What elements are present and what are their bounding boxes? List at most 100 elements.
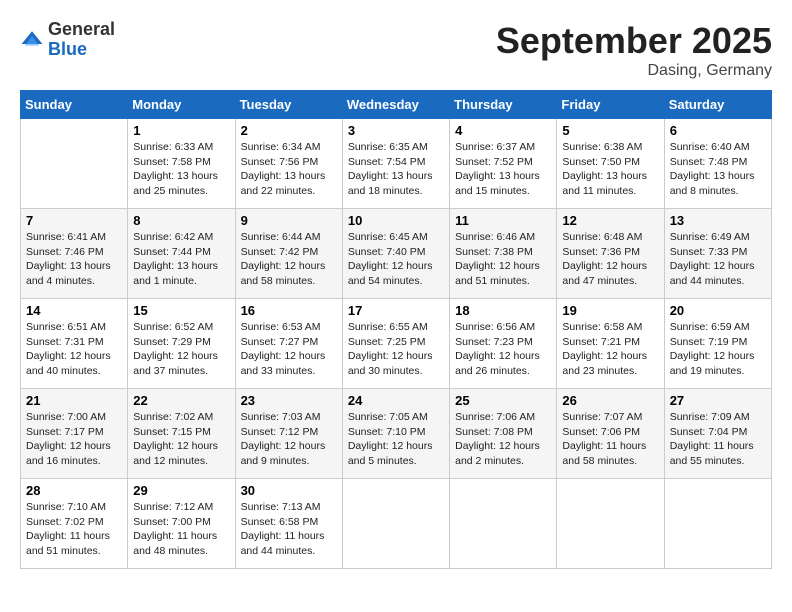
day-info: Sunrise: 6:51 AMSunset: 7:31 PMDaylight:…	[26, 320, 122, 379]
calendar-cell: 28 Sunrise: 7:10 AMSunset: 7:02 PMDayligh…	[21, 479, 128, 569]
header-tuesday: Tuesday	[235, 91, 342, 119]
day-info: Sunrise: 6:46 AMSunset: 7:38 PMDaylight:…	[455, 230, 551, 289]
day-number: 28	[26, 483, 122, 498]
calendar-cell: 26 Sunrise: 7:07 AMSunset: 7:06 PMDayligh…	[557, 389, 664, 479]
logo-blue-text: Blue	[48, 39, 87, 59]
page-header: General Blue September 2025 Dasing, Germ…	[20, 20, 772, 80]
logo: General Blue	[20, 20, 115, 60]
calendar-week-3: 21 Sunrise: 7:00 AMSunset: 7:17 PMDayligh…	[21, 389, 772, 479]
header-sunday: Sunday	[21, 91, 128, 119]
day-number: 13	[670, 213, 766, 228]
day-info: Sunrise: 6:59 AMSunset: 7:19 PMDaylight:…	[670, 320, 766, 379]
day-number: 23	[241, 393, 337, 408]
day-info: Sunrise: 6:48 AMSunset: 7:36 PMDaylight:…	[562, 230, 658, 289]
day-info: Sunrise: 6:41 AMSunset: 7:46 PMDaylight:…	[26, 230, 122, 289]
day-info: Sunrise: 6:52 AMSunset: 7:29 PMDaylight:…	[133, 320, 229, 379]
calendar-cell: 11 Sunrise: 6:46 AMSunset: 7:38 PMDayligh…	[450, 209, 557, 299]
day-number: 9	[241, 213, 337, 228]
day-info: Sunrise: 6:55 AMSunset: 7:25 PMDaylight:…	[348, 320, 444, 379]
day-number: 6	[670, 123, 766, 138]
day-info: Sunrise: 7:09 AMSunset: 7:04 PMDaylight:…	[670, 410, 766, 469]
day-number: 2	[241, 123, 337, 138]
calendar-cell	[557, 479, 664, 569]
header-row: SundayMondayTuesdayWednesdayThursdayFrid…	[21, 91, 772, 119]
header-monday: Monday	[128, 91, 235, 119]
calendar-cell: 15Sunrise: 6:52 AMSunset: 7:29 PMDayligh…	[128, 299, 235, 389]
calendar-cell	[664, 479, 771, 569]
calendar-cell	[450, 479, 557, 569]
calendar-cell: 10Sunrise: 6:45 AMSunset: 7:40 PMDayligh…	[342, 209, 449, 299]
day-info: Sunrise: 6:42 AMSunset: 7:44 PMDaylight:…	[133, 230, 229, 289]
day-number: 20	[670, 303, 766, 318]
day-number: 4	[455, 123, 551, 138]
day-number: 5	[562, 123, 658, 138]
day-info: Sunrise: 6:38 AMSunset: 7:50 PMDaylight:…	[562, 140, 658, 199]
day-number: 27	[670, 393, 766, 408]
calendar-cell: 9 Sunrise: 6:44 AMSunset: 7:42 PMDaylight…	[235, 209, 342, 299]
calendar-cell: 8 Sunrise: 6:42 AMSunset: 7:44 PMDaylight…	[128, 209, 235, 299]
day-number: 25	[455, 393, 551, 408]
calendar-week-4: 28 Sunrise: 7:10 AMSunset: 7:02 PMDayligh…	[21, 479, 772, 569]
calendar-cell: 17Sunrise: 6:55 AMSunset: 7:25 PMDayligh…	[342, 299, 449, 389]
day-info: Sunrise: 7:05 AMSunset: 7:10 PMDaylight:…	[348, 410, 444, 469]
calendar-cell: 4 Sunrise: 6:37 AMSunset: 7:52 PMDaylight…	[450, 119, 557, 209]
day-number: 24	[348, 393, 444, 408]
calendar-week-1: 7Sunrise: 6:41 AMSunset: 7:46 PMDaylight…	[21, 209, 772, 299]
logo-general-text: General	[48, 19, 115, 39]
calendar-table: SundayMondayTuesdayWednesdayThursdayFrid…	[20, 90, 772, 569]
calendar-header: SundayMondayTuesdayWednesdayThursdayFrid…	[21, 91, 772, 119]
day-info: Sunrise: 6:35 AMSunset: 7:54 PMDaylight:…	[348, 140, 444, 199]
day-info: Sunrise: 6:34 AMSunset: 7:56 PMDaylight:…	[241, 140, 337, 199]
day-info: Sunrise: 7:13 AMSunset: 6:58 PMDaylight:…	[241, 500, 337, 559]
calendar-cell: 1Sunrise: 6:33 AMSunset: 7:58 PMDaylight…	[128, 119, 235, 209]
day-info: Sunrise: 7:10 AMSunset: 7:02 PMDaylight:…	[26, 500, 122, 559]
day-number: 8	[133, 213, 229, 228]
calendar-cell: 3 Sunrise: 6:35 AMSunset: 7:54 PMDaylight…	[342, 119, 449, 209]
header-thursday: Thursday	[450, 91, 557, 119]
calendar-cell: 2 Sunrise: 6:34 AMSunset: 7:56 PMDaylight…	[235, 119, 342, 209]
day-number: 3	[348, 123, 444, 138]
calendar-cell: 25Sunrise: 7:06 AMSunset: 7:08 PMDayligh…	[450, 389, 557, 479]
calendar-cell: 13 Sunrise: 6:49 AMSunset: 7:33 PMDayligh…	[664, 209, 771, 299]
day-number: 14	[26, 303, 122, 318]
calendar-cell: 18Sunrise: 6:56 AMSunset: 7:23 PMDayligh…	[450, 299, 557, 389]
day-number: 26	[562, 393, 658, 408]
day-number: 11	[455, 213, 551, 228]
day-info: Sunrise: 6:56 AMSunset: 7:23 PMDaylight:…	[455, 320, 551, 379]
day-number: 29	[133, 483, 229, 498]
calendar-cell: 14 Sunrise: 6:51 AMSunset: 7:31 PMDayligh…	[21, 299, 128, 389]
day-info: Sunrise: 7:02 AMSunset: 7:15 PMDaylight:…	[133, 410, 229, 469]
title-block: September 2025 Dasing, Germany	[496, 20, 772, 80]
day-number: 30	[241, 483, 337, 498]
calendar-cell	[342, 479, 449, 569]
day-number: 22	[133, 393, 229, 408]
calendar-cell: 21 Sunrise: 7:00 AMSunset: 7:17 PMDayligh…	[21, 389, 128, 479]
day-info: Sunrise: 7:03 AMSunset: 7:12 PMDaylight:…	[241, 410, 337, 469]
day-info: Sunrise: 6:33 AMSunset: 7:58 PMDaylight:…	[133, 140, 229, 199]
day-info: Sunrise: 6:44 AMSunset: 7:42 PMDaylight:…	[241, 230, 337, 289]
calendar-week-0: 1Sunrise: 6:33 AMSunset: 7:58 PMDaylight…	[21, 119, 772, 209]
calendar-cell: 24 Sunrise: 7:05 AMSunset: 7:10 PMDayligh…	[342, 389, 449, 479]
day-number: 10	[348, 213, 444, 228]
calendar-week-2: 14 Sunrise: 6:51 AMSunset: 7:31 PMDayligh…	[21, 299, 772, 389]
day-info: Sunrise: 7:00 AMSunset: 7:17 PMDaylight:…	[26, 410, 122, 469]
day-info: Sunrise: 6:49 AMSunset: 7:33 PMDaylight:…	[670, 230, 766, 289]
day-number: 21	[26, 393, 122, 408]
header-wednesday: Wednesday	[342, 91, 449, 119]
calendar-cell: 19Sunrise: 6:58 AMSunset: 7:21 PMDayligh…	[557, 299, 664, 389]
location-subtitle: Dasing, Germany	[496, 62, 772, 80]
logo-icon	[20, 28, 44, 52]
calendar-cell: 12 Sunrise: 6:48 AMSunset: 7:36 PMDayligh…	[557, 209, 664, 299]
day-number: 12	[562, 213, 658, 228]
calendar-cell: 16 Sunrise: 6:53 AMSunset: 7:27 PMDayligh…	[235, 299, 342, 389]
header-saturday: Saturday	[664, 91, 771, 119]
day-info: Sunrise: 7:07 AMSunset: 7:06 PMDaylight:…	[562, 410, 658, 469]
day-number: 16	[241, 303, 337, 318]
day-info: Sunrise: 6:37 AMSunset: 7:52 PMDaylight:…	[455, 140, 551, 199]
calendar-cell: 20 Sunrise: 6:59 AMSunset: 7:19 PMDayligh…	[664, 299, 771, 389]
calendar-cell: 7Sunrise: 6:41 AMSunset: 7:46 PMDaylight…	[21, 209, 128, 299]
header-friday: Friday	[557, 91, 664, 119]
calendar-cell: 6Sunrise: 6:40 AMSunset: 7:48 PMDaylight…	[664, 119, 771, 209]
calendar-cell: 23 Sunrise: 7:03 AMSunset: 7:12 PMDayligh…	[235, 389, 342, 479]
day-info: Sunrise: 6:53 AMSunset: 7:27 PMDaylight:…	[241, 320, 337, 379]
